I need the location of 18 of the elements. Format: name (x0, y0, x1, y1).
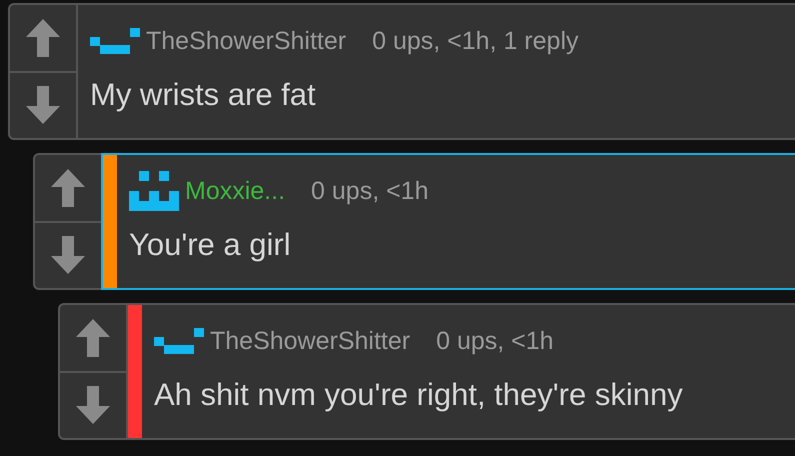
down-arrow-icon (25, 85, 61, 126)
down-arrow-icon (75, 385, 111, 426)
username-link[interactable]: Moxxie... (185, 176, 286, 206)
username-link[interactable]: TheShowerShitter (210, 326, 410, 356)
up-arrow-icon (75, 318, 111, 358)
up-arrow-icon (50, 168, 86, 208)
up-arrow-icon (25, 18, 61, 58)
avatar-icon (129, 171, 179, 211)
comment-meta: 0 ups, <1h (436, 326, 554, 356)
comment-text: Ah shit nvm you're right, they're skinny (154, 377, 684, 413)
comment-meta: 0 ups, <1h (311, 176, 428, 206)
avatar-icon (154, 328, 204, 354)
avatar-icon (90, 28, 140, 54)
comment-text: You're a girl (129, 227, 292, 263)
comment-text: My wrists are fat (90, 77, 317, 113)
comment-meta: 0 ups, <1h, 1 reply (372, 26, 578, 56)
username-link[interactable]: TheShowerShitter (146, 26, 346, 56)
down-arrow-icon (50, 235, 86, 276)
